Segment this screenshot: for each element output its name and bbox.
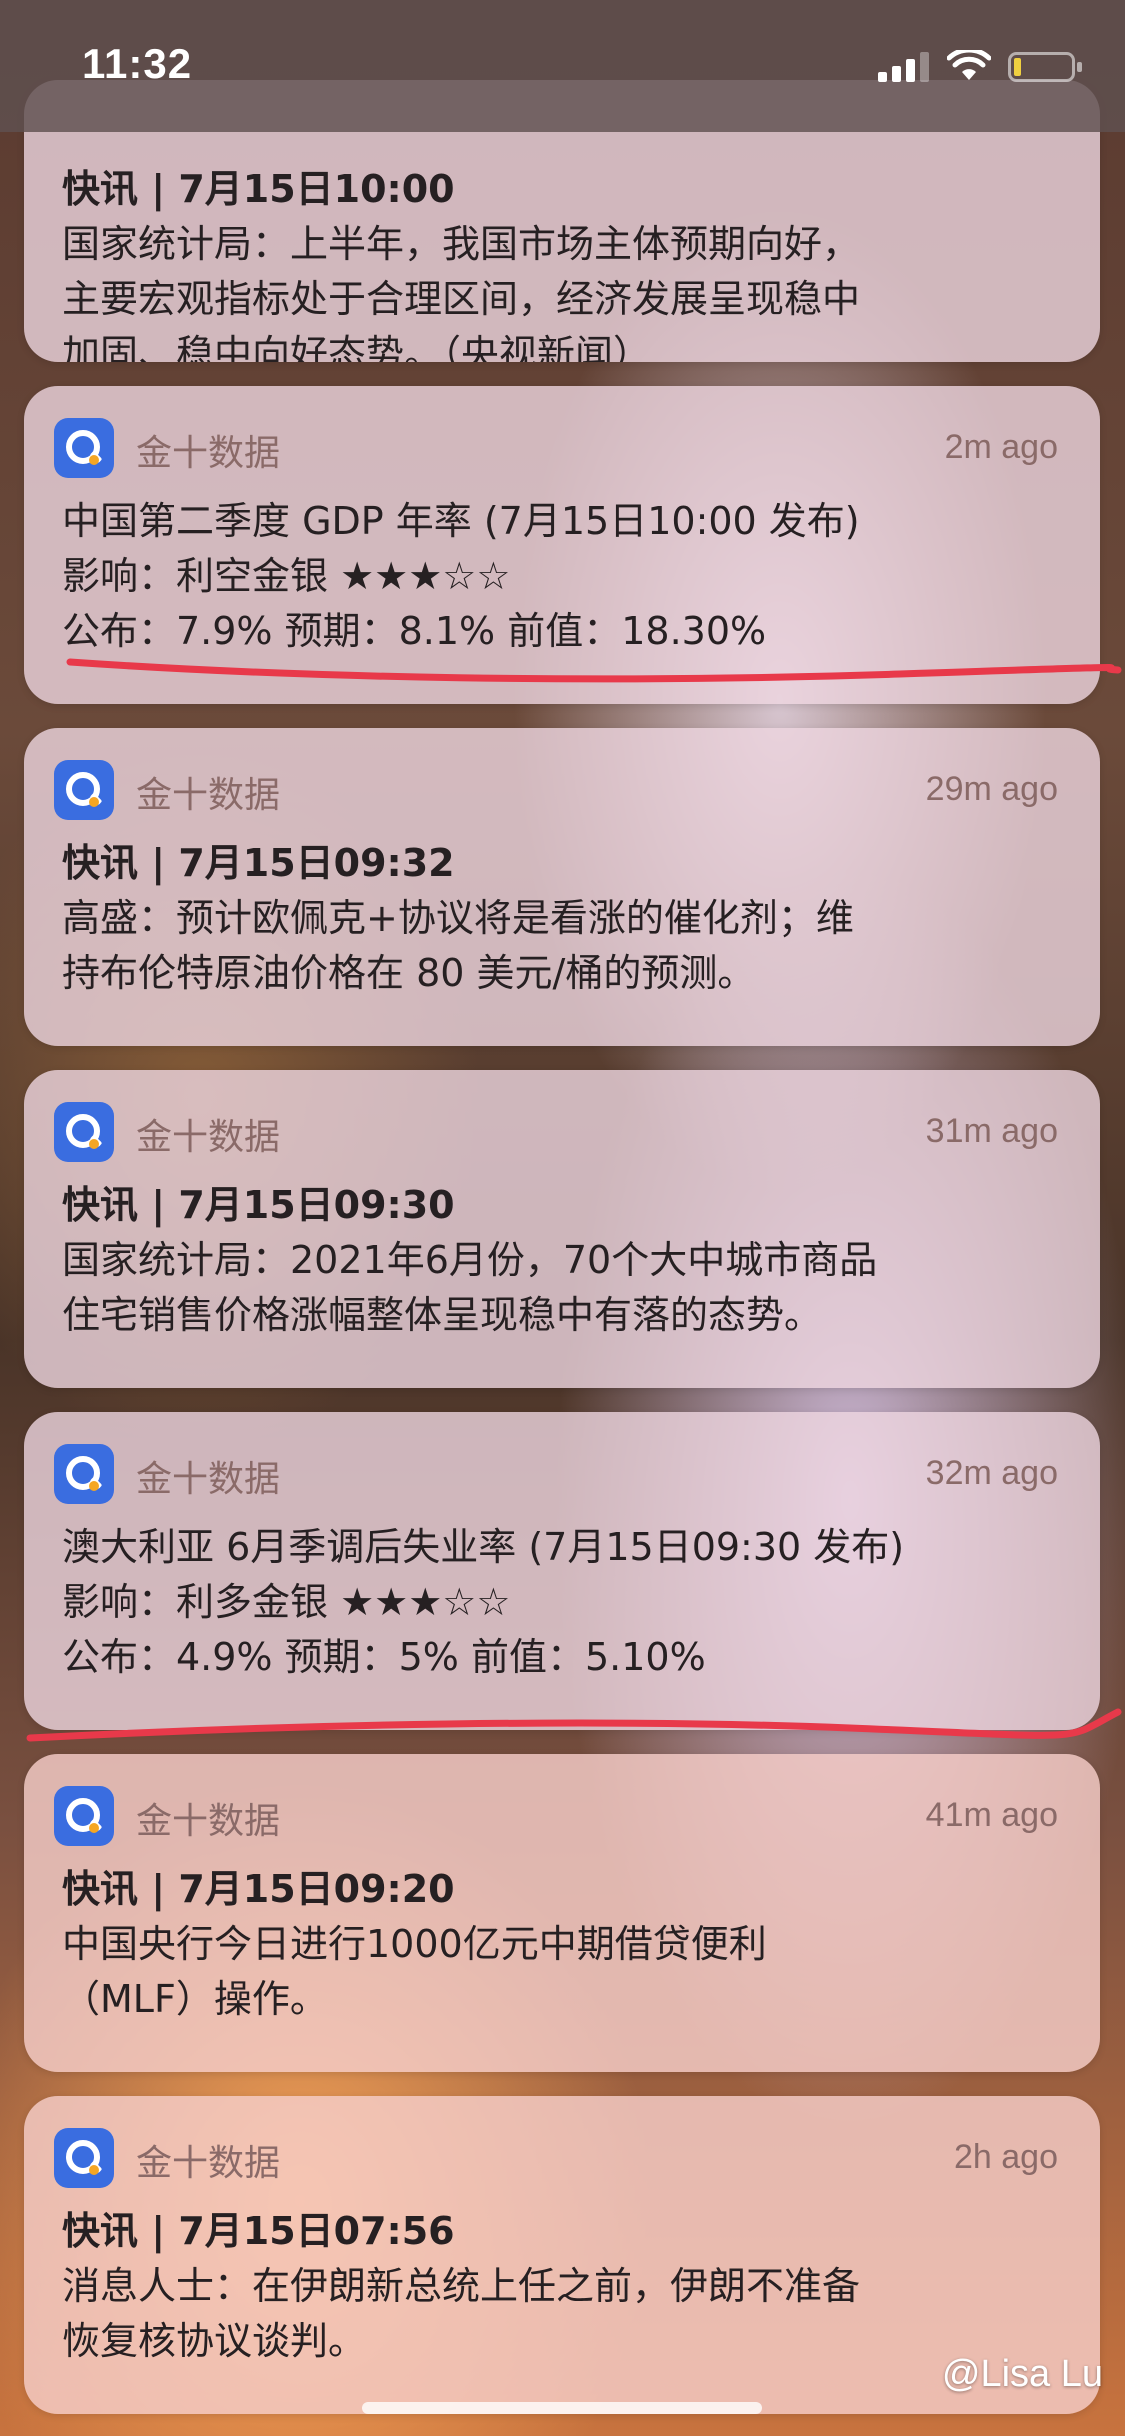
app-name: 金十数据 xyxy=(136,775,281,816)
notification-time: 31m ago xyxy=(925,1112,1058,1150)
watermark: @Lisa Lu xyxy=(941,2353,1103,2395)
notification-line: 恢复核协议谈判。 xyxy=(62,2319,367,2363)
notification-time: 29m ago xyxy=(925,770,1058,808)
notification-line: 中国央行今日进行1000亿元中期借贷便利 xyxy=(62,1922,767,1966)
wifi-icon xyxy=(947,50,991,80)
notification-header: 金十数据 31m ago xyxy=(24,1070,1100,1180)
notification-line: 加固、稳中向好态势。（央视新闻） xyxy=(62,332,652,362)
notification-title: 快讯 | 7月15日09:20 xyxy=(62,1867,455,1911)
notification-card-3[interactable]: 金十数据 29m ago 快讯 | 7月15日09:32 高盛：预计欧佩克+协议… xyxy=(24,728,1100,1046)
red-underline-annotation xyxy=(66,658,1122,683)
notification-line: 国家统计局：2021年6月份，70个大中城市商品 xyxy=(62,1238,878,1282)
notification-body: 快讯 | 7月15日09:30 国家统计局：2021年6月份，70个大中城市商品… xyxy=(62,1178,1064,1343)
home-indicator[interactable] xyxy=(362,2402,762,2414)
notification-header: 金十数据 2m ago xyxy=(24,386,1100,496)
cellular-signal-icon xyxy=(878,52,929,82)
red-underline-annotation xyxy=(26,1708,1122,1742)
notification-body: 快讯 | 7月15日10:00 国家统计局：上半年，我国市场主体预期向好， 主要… xyxy=(62,162,1064,362)
notification-line: 高盛：预计欧佩克+协议将是看涨的催化剂；维 xyxy=(62,896,854,940)
notification-line: 主要宏观指标处于合理区间，经济发展呈现稳中 xyxy=(62,277,861,321)
notification-header: 金十数据 29m ago xyxy=(24,728,1100,838)
app-name: 金十数据 xyxy=(136,2143,281,2184)
status-time: 11:32 xyxy=(82,40,193,87)
notification-line: 中国第二季度 GDP 年率 (7月15日10:00 发布) xyxy=(62,499,860,543)
notification-line: 持布伦特原油价格在 80 美元/桶的预测。 xyxy=(62,951,756,995)
notification-body: 澳大利亚 6月季调后失业率 (7月15日09:30 发布) 影响：利多金银 ★★… xyxy=(62,1520,1064,1685)
notification-body: 快讯 | 7月15日09:32 高盛：预计欧佩克+协议将是看涨的催化剂；维 持布… xyxy=(62,836,1064,1001)
app-name: 金十数据 xyxy=(136,1459,281,1500)
notification-body: 快讯 | 7月15日07:56 消息人士：在伊朗新总统上任之前，伊朗不准备 恢复… xyxy=(62,2204,1064,2369)
notification-time: 2m ago xyxy=(944,428,1058,466)
app-icon xyxy=(54,760,114,820)
notification-card-7[interactable]: 金十数据 2h ago 快讯 | 7月15日07:56 消息人士：在伊朗新总统上… xyxy=(24,2096,1100,2414)
app-name: 金十数据 xyxy=(136,1117,281,1158)
notification-line: 影响：利空金银 ★★★☆☆ xyxy=(62,554,511,598)
app-icon xyxy=(54,1786,114,1846)
notification-title: 快讯 | 7月15日07:56 xyxy=(62,2209,455,2253)
app-name: 金十数据 xyxy=(136,433,281,474)
notification-time: 41m ago xyxy=(925,1796,1058,1834)
notification-line: 公布：4.9% 预期：5% 前值：5.10% xyxy=(62,1635,706,1679)
notification-body: 中国第二季度 GDP 年率 (7月15日10:00 发布) 影响：利空金银 ★★… xyxy=(62,494,1064,659)
notification-time: 2h ago xyxy=(954,2138,1058,2176)
notification-header: 金十数据 32m ago xyxy=(24,1412,1100,1522)
notification-card-4[interactable]: 金十数据 31m ago 快讯 | 7月15日09:30 国家统计局：2021年… xyxy=(24,1070,1100,1388)
notification-body: 快讯 | 7月15日09:20 中国央行今日进行1000亿元中期借贷便利 （ML… xyxy=(62,1862,1064,2027)
notification-line: 澳大利亚 6月季调后失业率 (7月15日09:30 发布) xyxy=(62,1525,905,1569)
battery-icon xyxy=(1008,52,1082,82)
app-icon xyxy=(54,1444,114,1504)
notification-line: 住宅销售价格涨幅整体呈现稳中有落的态势。 xyxy=(62,1293,823,1337)
notification-title: 快讯 | 7月15日09:30 xyxy=(62,1183,455,1227)
notification-header: 金十数据 2h ago xyxy=(24,2096,1100,2206)
notification-title: 快讯 | 7月15日10:00 xyxy=(62,167,455,211)
notification-line: 影响：利多金银 ★★★☆☆ xyxy=(62,1580,511,1624)
notification-line: 消息人士：在伊朗新总统上任之前，伊朗不准备 xyxy=(62,2264,861,2308)
app-icon xyxy=(54,418,114,478)
app-icon xyxy=(54,1102,114,1162)
notification-line: 国家统计局：上半年，我国市场主体预期向好， xyxy=(62,222,861,266)
notification-header: 金十数据 41m ago xyxy=(24,1754,1100,1864)
app-icon xyxy=(54,2128,114,2188)
app-name: 金十数据 xyxy=(136,1801,281,1842)
notification-card-5[interactable]: 金十数据 32m ago 澳大利亚 6月季调后失业率 (7月15日09:30 发… xyxy=(24,1412,1100,1730)
status-bar: 11:32 xyxy=(0,0,1125,132)
notification-title: 快讯 | 7月15日09:32 xyxy=(62,841,455,885)
notification-time: 32m ago xyxy=(925,1454,1058,1492)
notification-line: （MLF）操作。 xyxy=(62,1977,328,2021)
notification-card-6[interactable]: 金十数据 41m ago 快讯 | 7月15日09:20 中国央行今日进行100… xyxy=(24,1754,1100,2072)
